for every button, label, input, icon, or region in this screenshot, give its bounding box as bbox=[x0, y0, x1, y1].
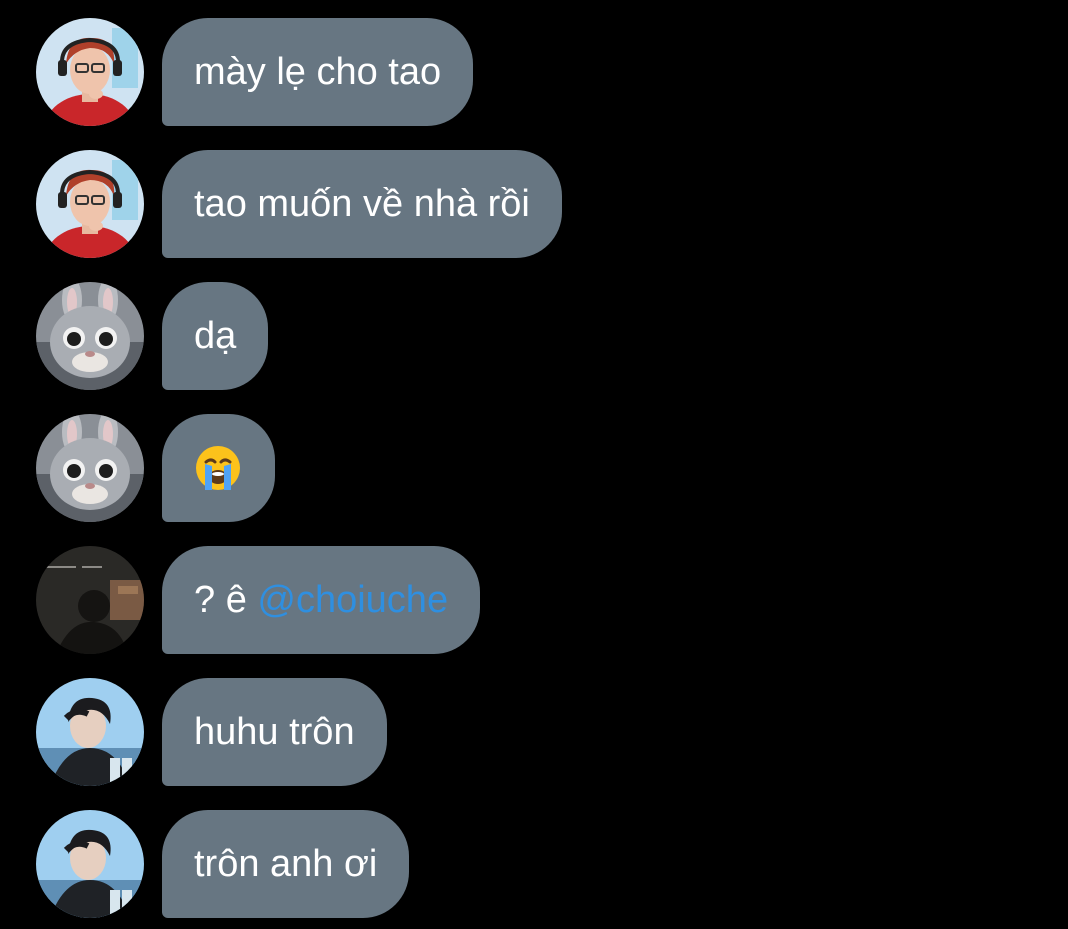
message-bubble[interactable]: ? ê @choiuche bbox=[162, 546, 481, 654]
message-bubble[interactable]: huhu trôn bbox=[162, 678, 387, 786]
rabbit-mascot-avatar[interactable] bbox=[36, 282, 144, 390]
message-bubble[interactable]: mày lẹ cho tao bbox=[162, 18, 474, 126]
red-hair-person-avatar[interactable] bbox=[36, 150, 144, 258]
dark-photo-avatar[interactable] bbox=[36, 546, 144, 654]
message-text: huhu trôn bbox=[194, 710, 355, 753]
message-text: trôn anh ơi bbox=[194, 842, 378, 885]
message-bubble[interactable]: tao muốn về nhà rồi bbox=[162, 150, 562, 258]
blue-background-person-avatar[interactable] bbox=[36, 678, 144, 786]
message-text: ? ê bbox=[194, 578, 258, 621]
message-text: mày lẹ cho tao bbox=[194, 50, 442, 93]
blue-background-person-avatar[interactable] bbox=[36, 810, 144, 918]
user-mention-link[interactable]: @choiuche bbox=[257, 579, 448, 622]
chat-thread: mày lẹ cho tao tao muốn về nhà rồi dạ ? … bbox=[0, 0, 1068, 929]
rabbit-mascot-avatar[interactable] bbox=[36, 414, 144, 522]
message-text: dạ bbox=[194, 314, 237, 357]
message-bubble[interactable] bbox=[162, 414, 275, 522]
red-hair-person-avatar[interactable] bbox=[36, 18, 144, 126]
loudly-crying-face-icon bbox=[194, 444, 242, 492]
message-bubble[interactable]: dạ bbox=[162, 282, 269, 390]
message-text: tao muốn về nhà rồi bbox=[194, 182, 530, 225]
message-bubble[interactable]: trôn anh ơi bbox=[162, 810, 410, 918]
